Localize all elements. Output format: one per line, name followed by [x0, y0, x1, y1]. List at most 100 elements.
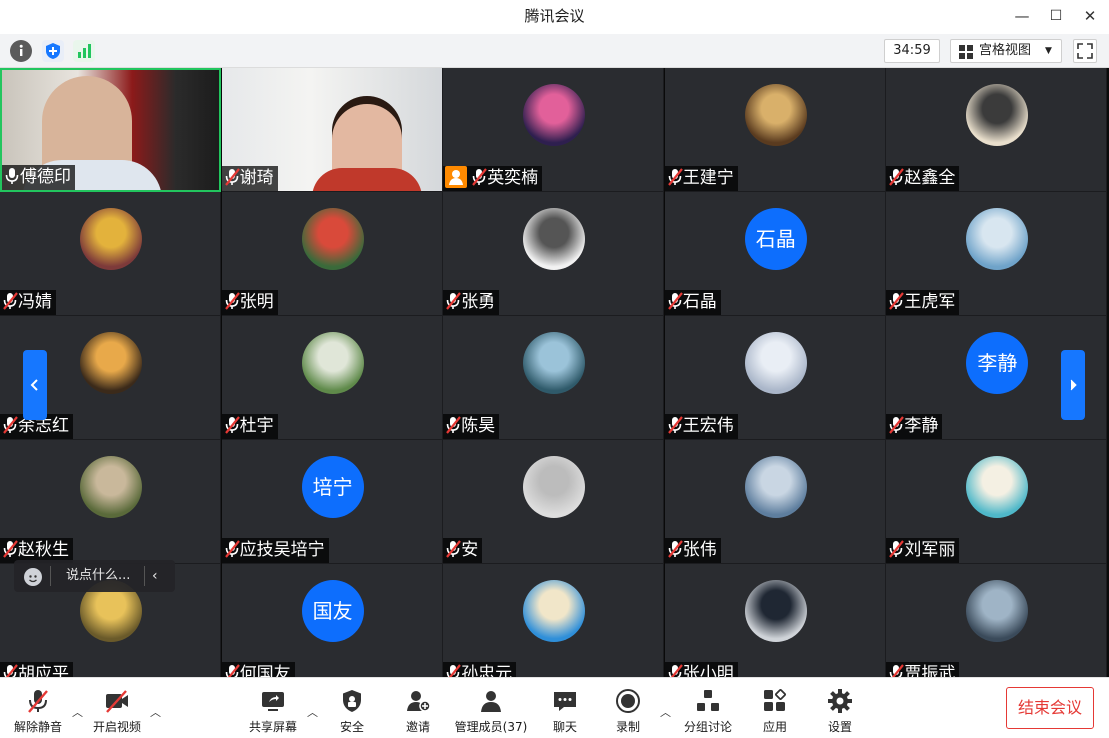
participant-tile[interactable]: 王建宁	[664, 68, 886, 192]
participant-name: 陈昊	[461, 416, 496, 436]
participant-tile[interactable]: 国友 何国友	[221, 564, 443, 677]
avatar	[523, 84, 586, 146]
window-title: 腾讯会议	[524, 7, 585, 25]
avatar	[966, 84, 1029, 146]
participant-name-tag: 冯婧	[0, 290, 56, 315]
settings-button[interactable]: 设置	[820, 682, 860, 738]
participant-tile[interactable]: 杜宇	[221, 316, 443, 440]
chevron-left-icon	[30, 379, 38, 391]
apps-button[interactable]: 应用	[755, 682, 795, 738]
participant-tile[interactable]: 张小明	[664, 564, 886, 677]
start-video-button[interactable]: 开启视频	[88, 682, 146, 738]
unmute-label: 解除静音	[13, 720, 62, 734]
participant-name: 石晶	[682, 292, 717, 312]
participant-tile[interactable]: 刘军丽	[886, 440, 1108, 564]
record-options-caret[interactable]: ︿	[660, 704, 671, 720]
participant-tile[interactable]: 谢琦	[221, 68, 443, 192]
participant-tile[interactable]: 孙忠元	[443, 564, 665, 677]
participant-name: 傅德印	[20, 167, 71, 187]
security-label: 安全	[339, 720, 364, 734]
participant-name: 谢琦	[239, 168, 274, 188]
previous-page-button[interactable]	[23, 350, 47, 420]
microphone-muted-icon	[224, 416, 240, 434]
participant-tile[interactable]: 冯婧	[0, 192, 221, 316]
participant-tile[interactable]: 王虎军	[886, 192, 1108, 316]
avatar: 培宁	[301, 456, 364, 518]
share-options-caret[interactable]: ︿	[307, 704, 318, 720]
participant-tile[interactable]: 王宏伟	[664, 316, 886, 440]
gear-icon	[828, 689, 852, 713]
participant-name-tag: 石晶	[664, 290, 721, 315]
participant-tile[interactable]: 安	[443, 440, 665, 564]
breakout-button[interactable]: 分组讨论	[680, 682, 736, 738]
participant-tile[interactable]: 傅德印	[0, 68, 221, 192]
chat-input[interactable]: 说点什么...	[66, 560, 130, 592]
avatar	[744, 456, 807, 518]
close-button[interactable]: ✕	[1073, 0, 1107, 34]
participant-tile[interactable]: 石晶 石晶	[664, 192, 886, 316]
participant-tile[interactable]: 英奕楠	[443, 68, 665, 192]
microphone-muted-icon	[667, 292, 683, 310]
participant-tile[interactable]: 张明	[221, 192, 443, 316]
collapse-chat-icon[interactable]: ‹	[152, 560, 158, 592]
emoji-icon[interactable]	[24, 568, 42, 586]
members-icon	[481, 691, 501, 712]
avatar	[744, 84, 807, 146]
camera-off-icon	[106, 690, 128, 713]
divider	[144, 566, 145, 586]
participant-name: 张小明	[682, 664, 734, 677]
invite-label: 邀请	[405, 720, 430, 734]
participant-name: 赵鑫全	[904, 168, 956, 188]
participant-tile[interactable]: 张伟	[664, 440, 886, 564]
participant-tile[interactable]: 赵秋生	[0, 440, 221, 564]
participant-tile[interactable]: 赵鑫全	[886, 68, 1108, 192]
microphone-muted-icon	[224, 540, 240, 558]
info-bar: 34:59 宫格视图 ▼	[0, 34, 1109, 68]
microphone-muted-icon	[667, 540, 683, 558]
next-page-button[interactable]	[1061, 350, 1085, 420]
participant-tile[interactable]: 培宁 应技吴培宁	[221, 440, 443, 564]
quick-chat-bar[interactable]: 说点什么... ‹	[14, 560, 175, 592]
manage-members-button[interactable]: 管理成员(37)	[452, 682, 530, 738]
shield-icon[interactable]	[42, 40, 64, 62]
microphone-muted-icon	[2, 292, 18, 310]
signal-icon[interactable]	[73, 40, 95, 62]
participant-name-tag: 杜宇	[221, 414, 278, 439]
maximize-button[interactable]: ☐	[1039, 0, 1073, 34]
minimize-button[interactable]: —	[1005, 0, 1039, 34]
participant-name: 王虎军	[904, 292, 956, 312]
security-button[interactable]: 安全	[332, 682, 372, 738]
invite-button[interactable]: 邀请	[398, 682, 438, 738]
participant-tile[interactable]: 陈昊	[443, 316, 665, 440]
participant-name: 赵秋生	[18, 540, 69, 560]
manage-members-label: 管理成员(37)	[454, 720, 528, 734]
unmute-button[interactable]: 解除静音	[10, 682, 66, 738]
audio-options-caret[interactable]: ︿	[72, 704, 83, 720]
participant-tile[interactable]: 贾振武	[886, 564, 1108, 677]
participant-name: 王建宁	[682, 168, 734, 188]
microphone-icon	[4, 167, 20, 185]
microphone-muted-icon	[888, 540, 905, 558]
avatar	[301, 332, 364, 394]
participant-name-tag: 张小明	[664, 662, 738, 677]
avatar	[523, 208, 586, 270]
participant-name: 张明	[239, 292, 274, 312]
participant-name: 张伟	[682, 540, 717, 560]
video-options-caret[interactable]: ︿	[150, 704, 161, 720]
meeting-window: 腾讯会议 — ☐ ✕ 34:59 宫格视图 ▼ 傅德印 谢琦 英奕楠 王建宁 赵鑫全冯婧…	[0, 0, 1109, 738]
fullscreen-button[interactable]	[1073, 39, 1097, 63]
end-meeting-button[interactable]: 结束会议	[1006, 687, 1094, 729]
chat-button[interactable]: 聊天	[545, 682, 585, 738]
share-screen-label: 共享屏幕	[248, 720, 297, 734]
view-selector[interactable]: 宫格视图 ▼	[950, 39, 1062, 63]
meeting-timer: 34:59	[884, 39, 940, 63]
info-icon[interactable]	[10, 40, 32, 62]
participant-tile[interactable]: 张勇	[443, 192, 665, 316]
record-button[interactable]: 录制	[608, 682, 648, 738]
share-screen-button[interactable]: 共享屏幕	[244, 682, 302, 738]
person-body	[311, 168, 422, 191]
share-screen-icon	[262, 692, 284, 711]
avatar	[966, 456, 1029, 518]
fullscreen-icon	[1077, 43, 1093, 59]
chat-label: 聊天	[552, 720, 577, 734]
